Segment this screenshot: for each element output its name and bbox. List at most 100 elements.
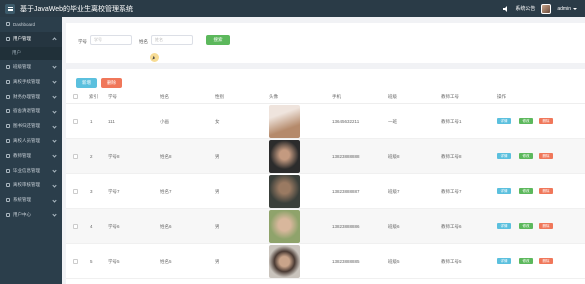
view-button[interactable]: 详情 (497, 223, 511, 229)
cell-name: 姓名7 (160, 189, 172, 194)
user-table: 索引 学号 姓名 性别 头像 手机 班级 教师工号 操作 1 111 小画 女 … (66, 89, 585, 284)
sidebar-item-books[interactable]: 图书归还管理 (0, 119, 62, 134)
cell-student-no: 学号5 (108, 259, 120, 264)
column-header: 操作 (497, 94, 506, 99)
view-button[interactable]: 详情 (497, 188, 511, 194)
column-header: 手机 (332, 94, 341, 99)
cell-index: 2 (90, 154, 93, 159)
sidebar-item-class[interactable]: 班级管理 (0, 60, 62, 75)
column-header: 索引 (89, 94, 98, 99)
table-row: 5 学号5 姓名5 男 13823888885 班级5 教师工号5 详情 修改 … (66, 244, 585, 279)
edit-button[interactable]: 修改 (519, 153, 533, 159)
cell-gender: 男 (215, 154, 220, 159)
view-button[interactable]: 详情 (497, 258, 511, 264)
sidebar-item-teacher[interactable]: 教师管理 (0, 148, 62, 163)
audit-icon (6, 183, 10, 188)
chevron-down-icon (52, 138, 57, 144)
cell-gender: 男 (215, 224, 220, 229)
bulk-delete-button[interactable]: 删除 (101, 78, 122, 88)
cell-class: 班级8 (388, 154, 400, 159)
cell-teacher-no: 教师工号8 (441, 154, 462, 159)
chevron-down-icon (52, 79, 57, 84)
cell-student-no: 111 (108, 119, 115, 124)
sidebar-item-leave-procedure[interactable]: 离校手续管理 (0, 74, 62, 89)
sidebar-subitem-user[interactable]: 用户 (0, 46, 62, 60)
chevron-down-icon (573, 7, 577, 10)
sidebar-item-user-center[interactable]: 用户中心 (0, 208, 62, 223)
column-header: 头像 (269, 94, 278, 99)
finance-icon (6, 94, 10, 99)
chevron-down-icon (52, 94, 57, 99)
app-title: 基于JavaWeb的毕业生离校管理系统 (20, 5, 134, 13)
avatar[interactable] (541, 3, 552, 14)
cell-class: 班级6 (388, 224, 400, 229)
top-right-area: 系统公告 admin (503, 0, 577, 17)
chevron-down-icon (52, 124, 57, 129)
procedure-icon (6, 79, 10, 84)
row-checkbox[interactable] (73, 119, 78, 124)
chevron-down-icon (52, 168, 57, 173)
add-button[interactable]: 新增 (76, 78, 97, 88)
sidebar-item-dorm[interactable]: 宿舍清退管理 (0, 104, 62, 119)
view-button[interactable]: 详情 (497, 118, 511, 124)
delete-button[interactable]: 删除 (539, 118, 553, 124)
edit-button[interactable]: 修改 (519, 258, 533, 264)
row-checkbox[interactable] (73, 189, 78, 194)
cell-phone: 13823888888 (332, 154, 360, 159)
cell-class: 班级5 (388, 259, 400, 264)
info-icon (6, 168, 10, 173)
avatar (269, 245, 300, 278)
search-button[interactable]: 搜索 (206, 35, 230, 45)
chevron-down-icon (52, 183, 57, 188)
sidebar-item-graduation-info[interactable]: 毕业信息管理 (0, 163, 62, 178)
student-no-input[interactable]: 学号 (90, 35, 132, 45)
cell-phone: 13823888885 (332, 259, 360, 264)
view-button[interactable]: 详情 (497, 153, 511, 159)
user-icon (6, 37, 10, 42)
sidebar-item-system[interactable]: 系统管理 (0, 193, 62, 208)
table-row: 4 学号6 姓名6 男 13823888886 班级6 教师工号6 详情 修改 … (66, 209, 585, 244)
column-header: 学号 (108, 94, 117, 99)
select-all-checkbox[interactable] (73, 94, 78, 99)
sidebar-item-leaving-people[interactable]: 离校人员管理 (0, 134, 62, 149)
chevron-down-icon (52, 153, 57, 158)
edit-button[interactable]: 修改 (519, 188, 533, 194)
notice-link[interactable]: 系统公告 (515, 5, 535, 12)
menu-toggle-icon[interactable] (5, 3, 15, 14)
sidebar-item-dashboard[interactable]: Dashboard (0, 17, 62, 32)
cell-name: 姓名8 (160, 154, 172, 159)
chevron-down-icon (52, 64, 57, 70)
delete-button[interactable]: 删除 (539, 223, 553, 229)
sidebar-item-user-management[interactable]: 用户管理 (0, 31, 62, 47)
name-input[interactable]: 姓名 (151, 35, 193, 45)
delete-button[interactable]: 删除 (539, 153, 553, 159)
column-header: 班级 (388, 94, 397, 99)
delete-button[interactable]: 删除 (539, 258, 553, 264)
column-header: 性别 (215, 94, 224, 99)
edit-button[interactable]: 修改 (519, 118, 533, 124)
dashboard-icon (6, 22, 10, 27)
people-icon (6, 138, 10, 143)
search-panel: 学号 学号 姓名 姓名 搜索 (66, 23, 585, 63)
user-name: admin (557, 5, 571, 12)
row-checkbox[interactable] (73, 224, 78, 229)
edit-button[interactable]: 修改 (519, 223, 533, 229)
sidebar-item-finance[interactable]: 财务办理管理 (0, 89, 62, 104)
table-row: 2 学号8 姓名8 男 13823888888 班级8 教师工号8 详情 修改 … (66, 139, 585, 174)
avatar (269, 140, 300, 173)
user-menu[interactable]: admin (557, 6, 577, 12)
cell-teacher-no: 教师工号1 (441, 119, 462, 124)
cell-student-no: 学号8 (108, 154, 120, 159)
row-checkbox[interactable] (73, 154, 78, 159)
sidebar-item-audit[interactable]: 离校审核管理 (0, 178, 62, 193)
cell-class: 班级7 (388, 189, 400, 194)
book-icon (6, 124, 10, 129)
name-label: 姓名 (139, 39, 148, 44)
cell-phone: 13823888886 (332, 224, 360, 229)
row-checkbox[interactable] (73, 259, 78, 264)
speaker-icon[interactable] (503, 5, 509, 12)
chevron-down-icon (52, 198, 57, 203)
cell-index: 3 (90, 189, 93, 194)
delete-button[interactable]: 删除 (539, 188, 553, 194)
chevron-up-icon (52, 37, 57, 42)
